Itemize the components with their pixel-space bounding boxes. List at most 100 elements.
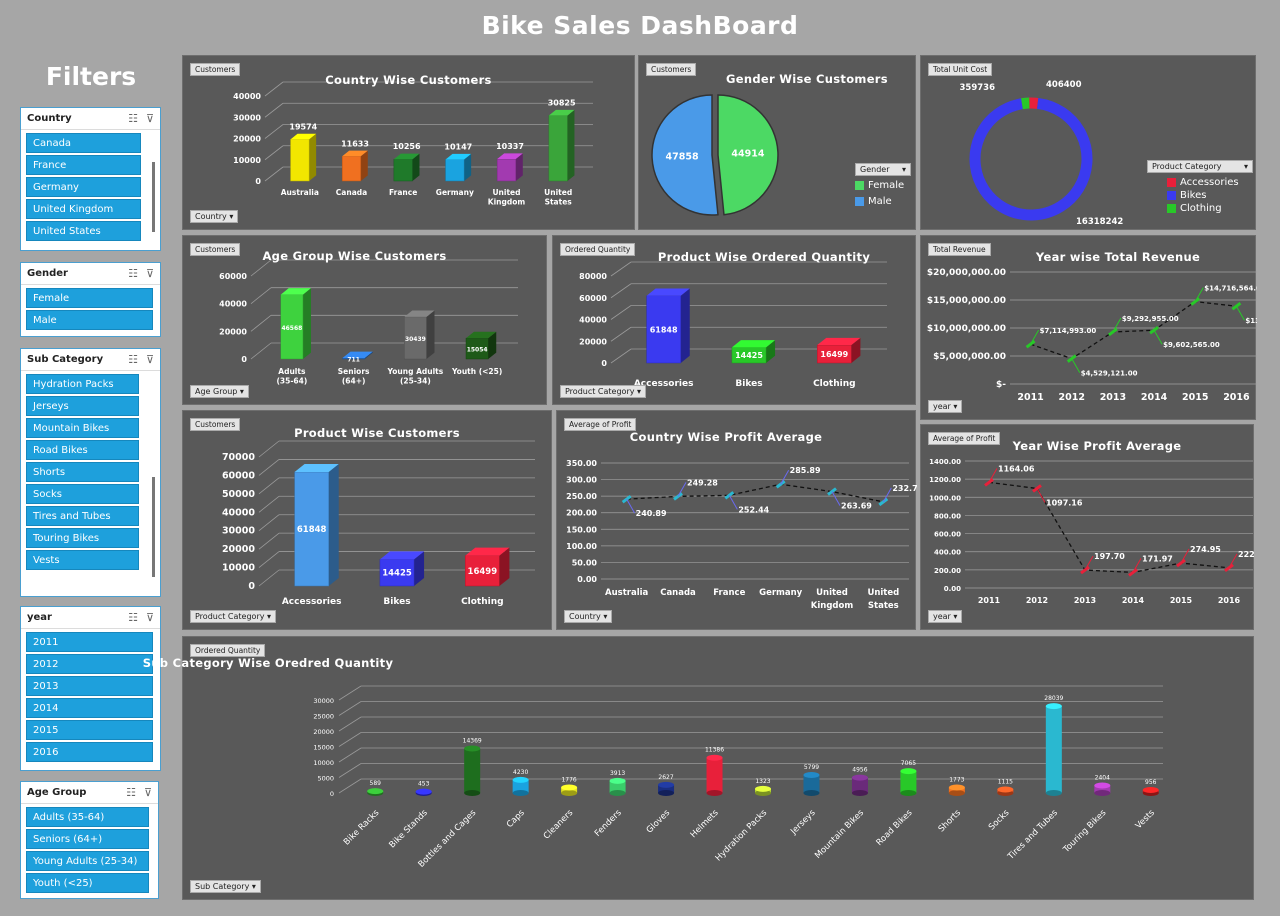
- data-label: 171.97: [1142, 554, 1173, 563]
- slicer-item[interactable]: 2013: [26, 676, 153, 696]
- y-tick-label: 1200.00: [929, 476, 961, 484]
- slicer-item[interactable]: Shorts: [26, 462, 139, 482]
- year-dropdown[interactable]: year ▾: [928, 400, 963, 413]
- bar-top: [803, 772, 820, 779]
- slicer-item[interactable]: Hydration Packs: [26, 374, 139, 394]
- year-dropdown[interactable]: year ▾: [928, 610, 963, 623]
- y-tick-label: 100.00: [566, 542, 597, 551]
- x-tick-label: Germany: [759, 588, 803, 598]
- slicer-item[interactable]: Socks: [26, 484, 139, 504]
- sub-category-dropdown[interactable]: Sub Category ▾: [190, 880, 261, 893]
- scrollbar[interactable]: [152, 162, 155, 232]
- x-tick-label: Kingdom: [811, 601, 854, 611]
- x-tick-label: 2011: [978, 596, 1001, 605]
- slicer-items: Canada France Germany United Kingdom United …: [21, 130, 146, 246]
- bar-base: [706, 790, 723, 796]
- data-label: 285.89: [790, 466, 821, 475]
- slicer-item[interactable]: Tires and Tubes: [26, 506, 139, 526]
- y-tick-label: 30000: [222, 526, 255, 537]
- subcat-qty-panel: 0 5000 10000 15000 20000 25000 30000 589 Bike Ra…: [143, 636, 1254, 900]
- data-label: 1776: [561, 776, 576, 783]
- y-tick-label: 40000: [222, 507, 255, 518]
- clear-filter-icon[interactable]: ⊽: [146, 611, 154, 624]
- data-point: [1128, 568, 1138, 577]
- slicer-item[interactable]: United Kingdom: [26, 199, 141, 219]
- data-label: 14369: [463, 737, 482, 744]
- age-customers-panel: 0 20000 40000 60000 46568 Adults (35-64) 711 Sen…: [182, 235, 547, 405]
- bar-top: [851, 774, 868, 781]
- legend-item-bikes: Bikes: [1147, 190, 1253, 201]
- clear-filter-icon[interactable]: ⊽: [146, 353, 154, 366]
- slicer-item[interactable]: Canada: [26, 133, 141, 153]
- slicer-item[interactable]: Jerseys: [26, 396, 139, 416]
- sub-category-slicer: Sub Category ☷ ⊽ Hydration Packs Jerseys Mo…: [20, 348, 161, 597]
- slicer-item[interactable]: Male: [26, 310, 153, 330]
- slicer-item[interactable]: 2011: [26, 632, 153, 652]
- grid-line: [338, 778, 362, 794]
- data-label: 4956: [852, 767, 867, 774]
- multi-select-icon[interactable]: ☷: [128, 611, 138, 624]
- y-tick-label: 20000: [222, 544, 255, 555]
- slicer-item[interactable]: Female: [26, 288, 153, 308]
- legend-dropdown[interactable]: Gender ▾: [855, 163, 911, 176]
- grid-line: [610, 261, 632, 277]
- slicer-item[interactable]: Road Bikes: [26, 440, 139, 460]
- slicer-item[interactable]: Youth (<25): [26, 873, 149, 893]
- data-label: 453: [418, 781, 430, 788]
- slicer-item[interactable]: Young Adults (25-34): [26, 851, 149, 871]
- slicer-items: Female Male: [21, 285, 158, 335]
- filters-title: Filters: [45, 62, 137, 91]
- clear-filter-icon[interactable]: ⊽: [146, 112, 154, 125]
- x-tick-label: United: [492, 188, 520, 197]
- grid-line: [338, 701, 362, 716]
- bar-top: [900, 768, 917, 775]
- bar: [290, 139, 310, 182]
- data-label: 359736: [960, 83, 996, 93]
- slicer-item[interactable]: Mountain Bikes: [26, 418, 139, 438]
- country-customers-panel: 0 10000 20000 30000 40000 19574 Australia 11633…: [182, 55, 635, 230]
- y-tick-label: 200.00: [566, 509, 597, 518]
- country-dropdown[interactable]: Country ▾: [190, 210, 239, 223]
- data-label: 61848: [650, 325, 678, 334]
- slicer-item[interactable]: Vests: [26, 550, 139, 570]
- x-tick-label: Helmets: [689, 808, 721, 840]
- y-tick-label: 20000: [219, 327, 247, 336]
- y-tick-label: 25000: [313, 713, 334, 721]
- slicer-item[interactable]: Seniors (64+): [26, 829, 149, 849]
- age-group-dropdown[interactable]: Age Group ▾: [190, 385, 249, 398]
- product-category-dropdown[interactable]: Product Category ▾: [560, 385, 647, 398]
- legend-dropdown[interactable]: Product Category ▾: [1147, 160, 1253, 173]
- slicer-items: Hydration Packs Jerseys Mountain Bikes Road…: [21, 371, 144, 575]
- clear-filter-icon[interactable]: ⊽: [144, 786, 152, 799]
- y-tick-label: 60000: [579, 294, 607, 303]
- slicer-header: Gender ☷ ⊽: [21, 263, 160, 285]
- slicer-item[interactable]: United States: [26, 221, 141, 241]
- slicer-item[interactable]: 2016: [26, 742, 153, 762]
- y-tick-label: 1000.00: [929, 494, 961, 502]
- multi-select-icon[interactable]: ☷: [128, 353, 138, 366]
- slicer-item[interactable]: Germany: [26, 177, 141, 197]
- y-tick-label: 600.00: [934, 531, 961, 539]
- product-category-dropdown[interactable]: Product Category ▾: [190, 610, 277, 623]
- bar-base: [851, 790, 868, 796]
- slicer-item[interactable]: Adults (35-64): [26, 807, 149, 827]
- x-tick-label: (25-34): [400, 377, 431, 386]
- grid-line: [258, 440, 280, 458]
- data-label: 46568: [281, 325, 302, 332]
- y-tick-label: 60000: [219, 272, 247, 281]
- slicer-item[interactable]: France: [26, 155, 141, 175]
- x-tick-label: Youth (<25): [451, 367, 502, 376]
- multi-select-icon[interactable]: ☷: [128, 267, 138, 280]
- country-dropdown[interactable]: Country ▾: [564, 610, 613, 623]
- slicer-item[interactable]: Touring Bikes: [26, 528, 139, 548]
- data-label: 240.89: [636, 509, 667, 518]
- y-tick-label: 1400.00: [929, 458, 961, 466]
- y-tick-label: $15,000,000.00: [927, 296, 1006, 306]
- multi-select-icon[interactable]: ☷: [128, 112, 138, 125]
- multi-select-icon[interactable]: ☷: [126, 786, 136, 799]
- scrollbar[interactable]: [152, 477, 155, 577]
- slicer-item[interactable]: 2014: [26, 698, 153, 718]
- slicer-item[interactable]: 2015: [26, 720, 153, 740]
- clear-filter-icon[interactable]: ⊽: [146, 267, 154, 280]
- data-label: 44914: [731, 149, 764, 160]
